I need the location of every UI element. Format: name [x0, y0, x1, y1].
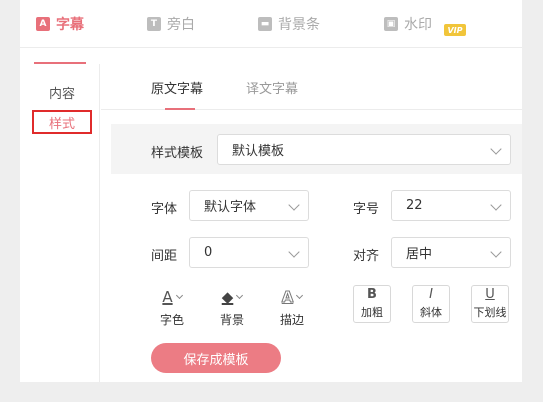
- font-label: 字体: [151, 202, 178, 217]
- italic-button[interactable]: I 斜体: [412, 285, 450, 323]
- spacing-value: 0: [204, 245, 213, 260]
- chevron-down-icon: [175, 291, 183, 299]
- tab-background-bar-label: 背景条: [278, 17, 320, 33]
- background-color-label: 背景: [220, 313, 245, 327]
- align-label: 对齐: [353, 249, 380, 264]
- chevron-down-icon: [490, 143, 502, 155]
- underline-button[interactable]: U 下划线: [471, 285, 509, 323]
- font-select[interactable]: 默认字体: [189, 190, 309, 221]
- vip-badge: VIP: [444, 24, 466, 36]
- align-value: 居中: [406, 247, 433, 262]
- paint-bucket-glyph: ◆: [221, 288, 234, 306]
- underline-icon: U: [485, 287, 495, 302]
- stroke-icon: A: [281, 286, 304, 308]
- font-value: 默认字体: [204, 200, 257, 215]
- bold-label: 加粗: [361, 306, 383, 319]
- font-size-select[interactable]: 22: [391, 190, 511, 221]
- tab-background-bar[interactable]: ▬ 背景条: [258, 0, 320, 48]
- font-color-tool[interactable]: A 字色: [160, 286, 184, 328]
- subtitle-subtabs: 原文字幕 译文字幕: [101, 64, 522, 110]
- tab-subtitle-label: 字幕: [56, 17, 84, 33]
- font-color-icon: A: [162, 286, 183, 308]
- narration-icon: T: [147, 17, 161, 31]
- underline-label: 下划线: [473, 306, 507, 319]
- spacing-label: 间距: [151, 249, 178, 264]
- align-select[interactable]: 居中: [391, 237, 511, 268]
- style-template-label: 样式模板: [151, 146, 204, 161]
- sidebar: 内容 样式: [20, 64, 100, 382]
- font-color-label: 字色: [160, 313, 185, 327]
- spacing-select[interactable]: 0: [189, 237, 309, 268]
- font-size-value: 22: [406, 198, 423, 213]
- chevron-down-icon: [490, 246, 502, 258]
- save-as-template-button[interactable]: 保存成模板: [151, 343, 281, 373]
- tab-watermark-label: 水印: [404, 17, 432, 33]
- chevron-down-icon: [296, 291, 304, 299]
- chevron-down-icon: [236, 291, 244, 299]
- tab-narration[interactable]: T 旁白: [147, 0, 195, 48]
- chevron-down-icon: [288, 199, 300, 211]
- active-subtab-indicator: [165, 108, 195, 110]
- subtitle-icon: A: [36, 17, 50, 31]
- stroke-tool[interactable]: A 描边: [280, 286, 304, 328]
- style-template-value: 默认模板: [232, 144, 285, 159]
- style-template-select[interactable]: 默认模板: [217, 134, 511, 165]
- top-tab-bar: A 字幕 T 旁白 ▬ 背景条 ▣ 水印 VIP: [20, 0, 522, 48]
- font-color-glyph: A: [162, 288, 173, 306]
- sidebar-item-style[interactable]: 样式: [32, 110, 92, 134]
- sidebar-item-content[interactable]: 内容: [32, 80, 92, 104]
- chevron-down-icon: [490, 199, 502, 211]
- tab-translated-subtitle[interactable]: 译文字幕: [246, 78, 298, 97]
- tab-subtitle[interactable]: A 字幕: [36, 0, 84, 48]
- italic-icon: I: [429, 287, 433, 302]
- stroke-label: 描边: [280, 313, 305, 327]
- tab-original-subtitle[interactable]: 原文字幕: [151, 78, 203, 97]
- tab-watermark[interactable]: ▣ 水印: [384, 0, 432, 48]
- paint-bucket-icon: ◆: [221, 286, 244, 308]
- tab-narration-label: 旁白: [167, 17, 195, 33]
- chevron-down-icon: [288, 246, 300, 258]
- italic-label: 斜体: [420, 306, 442, 319]
- background-color-tool[interactable]: ◆ 背景: [220, 286, 244, 328]
- bold-icon: B: [367, 287, 377, 302]
- watermark-icon: ▣: [384, 17, 398, 31]
- background-bar-icon: ▬: [258, 17, 272, 31]
- stroke-glyph: A: [281, 288, 294, 307]
- font-size-label: 字号: [353, 202, 380, 217]
- bold-button[interactable]: B 加粗: [353, 285, 391, 323]
